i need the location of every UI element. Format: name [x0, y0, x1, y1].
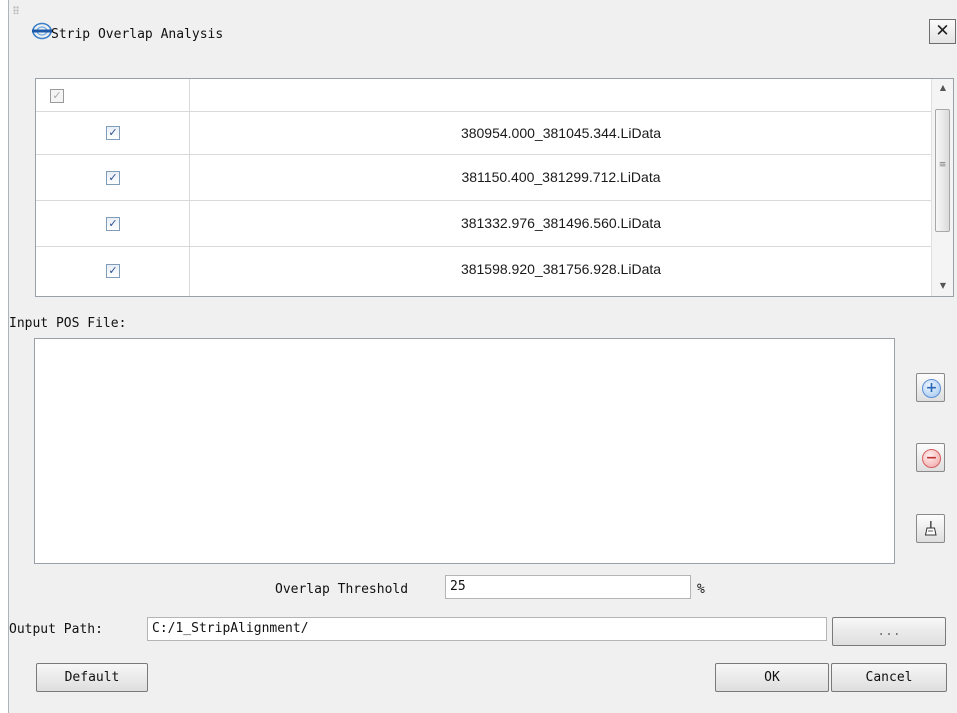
add-pos-button[interactable]: +	[916, 373, 945, 402]
lidar-logo-icon	[32, 22, 52, 40]
strip-overlap-dialog: Strip Overlap Analysis ✕ ✓ ✓ 380954.000_…	[8, 0, 957, 713]
grip-lines-icon: ≡	[938, 160, 947, 170]
pos-file-list[interactable]	[34, 338, 895, 564]
table-row[interactable]: ✓ 381150.400_381299.712.LiData	[36, 155, 932, 201]
scroll-down-arrow-icon[interactable]: ▼	[932, 277, 953, 295]
drag-grip-icon[interactable]	[13, 6, 19, 14]
overlap-threshold-input[interactable]: 25	[445, 575, 691, 599]
overlap-threshold-label: Overlap Threshold	[275, 582, 409, 597]
window-title: Strip Overlap Analysis	[51, 27, 224, 42]
add-circle-icon: +	[922, 379, 941, 398]
row-check-cell: ✓	[36, 112, 190, 154]
table-header-row: ✓	[36, 79, 932, 112]
table-row[interactable]: ✓ 381598.920_381756.928.LiData	[36, 247, 932, 296]
row-checkbox[interactable]: ✓	[106, 264, 120, 278]
percent-unit-label: %	[697, 582, 705, 597]
scroll-up-arrow-icon[interactable]: ▲	[932, 79, 953, 97]
file-name-cell: 381332.976_381496.560.LiData	[460, 215, 662, 231]
file-name-cell: 381598.920_381756.928.LiData	[460, 261, 662, 277]
file-name-cell: 381150.400_381299.712.LiData	[461, 169, 661, 185]
header-file-cell	[190, 79, 932, 111]
remove-pos-button[interactable]: −	[916, 443, 945, 472]
row-check-cell: ✓	[36, 201, 190, 246]
close-button[interactable]: ✕	[929, 19, 956, 44]
table-row[interactable]: ✓ 380954.000_381045.344.LiData	[36, 112, 932, 155]
row-checkbox[interactable]: ✓	[106, 217, 120, 231]
table-scrollbar[interactable]: ▲ ≡ ▼	[931, 79, 953, 296]
table-row[interactable]: ✓ 381332.976_381496.560.LiData	[36, 201, 932, 247]
brush-icon	[924, 521, 937, 536]
input-pos-label: Input POS File:	[9, 316, 127, 331]
clear-pos-button[interactable]	[916, 514, 945, 543]
browse-button[interactable]: ...	[832, 617, 946, 646]
file-name-cell: 380954.000_381045.344.LiData	[460, 125, 662, 141]
row-check-cell: ✓	[36, 155, 190, 200]
header-check-cell: ✓	[36, 79, 190, 111]
ok-button[interactable]: OK	[715, 663, 829, 692]
scroll-thumb[interactable]: ≡	[935, 109, 950, 232]
row-checkbox[interactable]: ✓	[106, 126, 120, 140]
select-all-checkbox[interactable]: ✓	[50, 89, 64, 103]
default-button[interactable]: Default	[36, 663, 148, 692]
remove-circle-icon: −	[922, 449, 941, 468]
row-checkbox[interactable]: ✓	[106, 171, 120, 185]
cancel-button[interactable]: Cancel	[831, 663, 947, 692]
row-check-cell: ✓	[36, 247, 190, 296]
output-path-input[interactable]: C:/1_StripAlignment/	[147, 617, 827, 641]
output-path-label: Output Path:	[9, 622, 103, 637]
file-table: ✓ ✓ 380954.000_381045.344.LiData ✓ 38115…	[35, 78, 954, 297]
